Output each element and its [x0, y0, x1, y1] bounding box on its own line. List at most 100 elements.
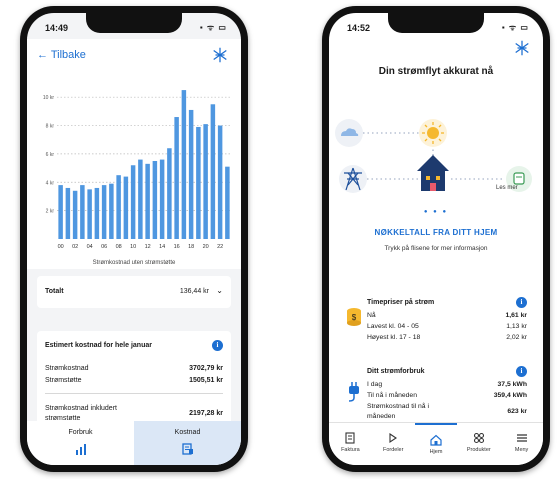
bottom-nav: Faktura Fordeler Hjem Produkter Meny	[329, 422, 543, 465]
x-tick-label: 12	[145, 244, 151, 250]
price-card[interactable]: $ Timepriser på strøm i Nå 1,61 kr Laves…	[337, 289, 535, 351]
phone-right: 14:52 ▪ ᯤ ▭ Din strømflyt akkurat nå Les…	[322, 6, 550, 472]
tab-forbruk[interactable]: Forbruk	[27, 421, 134, 465]
cost-screen: 14:49 ▪ ᯤ ▭ ← Tilbake 2 kr 4 kr 6 kr 8 kr 10…	[27, 13, 241, 465]
usage-row-label: Strømkostnad til nå i	[367, 403, 429, 410]
page-title: Din strømflyt akkurat nå	[378, 66, 494, 77]
bar-19[interactable]	[196, 126, 201, 239]
info-icon[interactable]: i	[212, 340, 223, 351]
grid-icon	[473, 432, 484, 444]
bar-05[interactable]	[94, 187, 100, 239]
menu-icon	[516, 434, 527, 442]
price-card-title: Timepriser på strøm	[367, 299, 435, 306]
gift-icon	[389, 432, 398, 444]
usage-row-label: måneden	[367, 413, 396, 420]
invoice-icon	[181, 443, 193, 455]
price-row-label: Nå	[367, 312, 376, 319]
bar-17[interactable]	[181, 90, 187, 239]
key-figures-heading: NØKKELTALL FRA DITT HJEM	[374, 228, 498, 237]
bar-chart: 2 kr 4 kr 6 kr 8 kr 10 kr 00 02 04 06 08 10 12 14 16 1…	[43, 90, 231, 250]
estimate-title: Estimert kostnad for hele januar	[45, 342, 152, 349]
nav-label: Hjem	[429, 449, 443, 455]
bar-14[interactable]	[159, 159, 165, 239]
bar-20[interactable]	[203, 124, 208, 239]
estimate-total-label-1: Strømkostnad inkludert	[45, 405, 117, 412]
nav-item-fordeler[interactable]: Fordeler	[372, 423, 415, 465]
tab-label: Forbruk	[68, 429, 93, 436]
x-tick-label: 14	[159, 244, 165, 250]
house-icon	[417, 155, 449, 191]
top-bar: ← Tilbake	[27, 39, 241, 73]
bar-00[interactable]	[58, 185, 63, 239]
svg-text:$: $	[352, 313, 357, 322]
usage-row-value: 37,5 kWh	[497, 381, 527, 388]
notch	[388, 13, 484, 33]
bar-06[interactable]	[101, 185, 107, 239]
chart-x-label: Strømkostnad uten strømstøtte	[92, 260, 176, 266]
bar-23[interactable]	[225, 166, 230, 239]
bar-22[interactable]	[217, 125, 223, 239]
bar-15[interactable]	[167, 148, 172, 239]
usage-row-value: 359,4 kWh	[493, 392, 527, 399]
bar-01[interactable]	[65, 187, 71, 239]
x-tick-label: 22	[217, 244, 223, 250]
estimate-row-label: Strømstøtte	[45, 377, 82, 384]
coins-icon: $	[347, 308, 361, 326]
nav-label: Faktura	[341, 447, 360, 453]
totals-row[interactable]: Totalt 136,44 kr ⌄	[37, 276, 231, 308]
usage-row-value: 623 kr	[507, 408, 527, 415]
key-figures-subtitle: Trykk på flisene for mer informasjon	[384, 245, 488, 252]
bar-18[interactable]	[188, 109, 194, 239]
tab-kostnad[interactable]: Kostnad	[134, 421, 241, 465]
info-icon[interactable]: i	[516, 366, 527, 377]
y-tick-label: 6 kr	[46, 152, 55, 158]
y-tick-label: 10 kr	[43, 95, 54, 101]
sun-icon	[419, 119, 447, 147]
bar-03[interactable]	[80, 185, 85, 239]
hourly-cost-chart: 2 kr 4 kr 6 kr 8 kr 10 kr 00 02 04 06 08 10 12 14 16 1…	[27, 73, 241, 269]
brand-logo-icon	[213, 47, 227, 63]
estimate-row-value: 1505,51 kr	[189, 377, 223, 384]
bar-02[interactable]	[72, 190, 78, 239]
phone-left: 14:49 ▪ ᯤ ▭ ← Tilbake 2 kr 4 kr 6 kr 8 kr 10…	[20, 6, 248, 472]
bar-07[interactable]	[109, 183, 114, 239]
nav-item-meny[interactable]: Meny	[500, 423, 543, 465]
bar-08[interactable]	[116, 175, 121, 239]
notch	[86, 13, 182, 33]
totals-label: Totalt	[45, 288, 64, 295]
bar-16[interactable]	[174, 117, 179, 239]
bar-10[interactable]	[130, 165, 136, 239]
nav-item-produkter[interactable]: Produkter	[457, 423, 500, 465]
status-icons: ▪ ᯤ ▭	[199, 23, 227, 32]
read-more-link[interactable]: Les mer	[496, 185, 518, 191]
chevron-down-icon[interactable]: ⌄	[216, 286, 223, 295]
info-icon[interactable]: i	[516, 297, 527, 308]
status-time: 14:49	[45, 23, 69, 33]
nav-item-faktura[interactable]: Faktura	[329, 423, 372, 465]
bar-04[interactable]	[87, 189, 92, 239]
x-tick-label: 08	[116, 244, 122, 250]
bar-11[interactable]	[138, 159, 143, 239]
x-tick-label: 10	[130, 244, 136, 250]
bar-13[interactable]	[152, 161, 158, 239]
bar-21[interactable]	[210, 104, 216, 239]
bar-09[interactable]	[123, 176, 129, 239]
price-row-label: Lavest kl. 04 - 05	[367, 323, 419, 330]
nav-item-hjem[interactable]: Hjem	[414, 423, 458, 465]
x-tick-label: 18	[188, 244, 194, 250]
pager-dots[interactable]: ● ● ●	[329, 209, 543, 215]
price-row-value: 1,61 kr	[505, 312, 527, 319]
usage-row-label: Til nå i måneden	[367, 392, 417, 399]
usage-card[interactable]: Ditt strømforbruk i I dag 37,5 kWh Til n…	[337, 358, 535, 428]
bar-12[interactable]	[145, 163, 150, 239]
estimate-row-value: 3702,79 kr	[189, 365, 223, 372]
divider	[45, 393, 223, 394]
x-tick-label: 20	[203, 244, 209, 250]
usage-row-label: I dag	[367, 381, 383, 388]
home-screen: 14:52 ▪ ᯤ ▭ Din strømflyt akkurat nå Les…	[329, 13, 543, 465]
back-button[interactable]: ← Tilbake	[37, 49, 86, 61]
nav-label: Meny	[514, 447, 529, 453]
estimate-total-value: 2197,28 kr	[189, 410, 223, 417]
nav-label: Produkter	[466, 447, 491, 453]
status-time: 14:52	[347, 23, 371, 33]
